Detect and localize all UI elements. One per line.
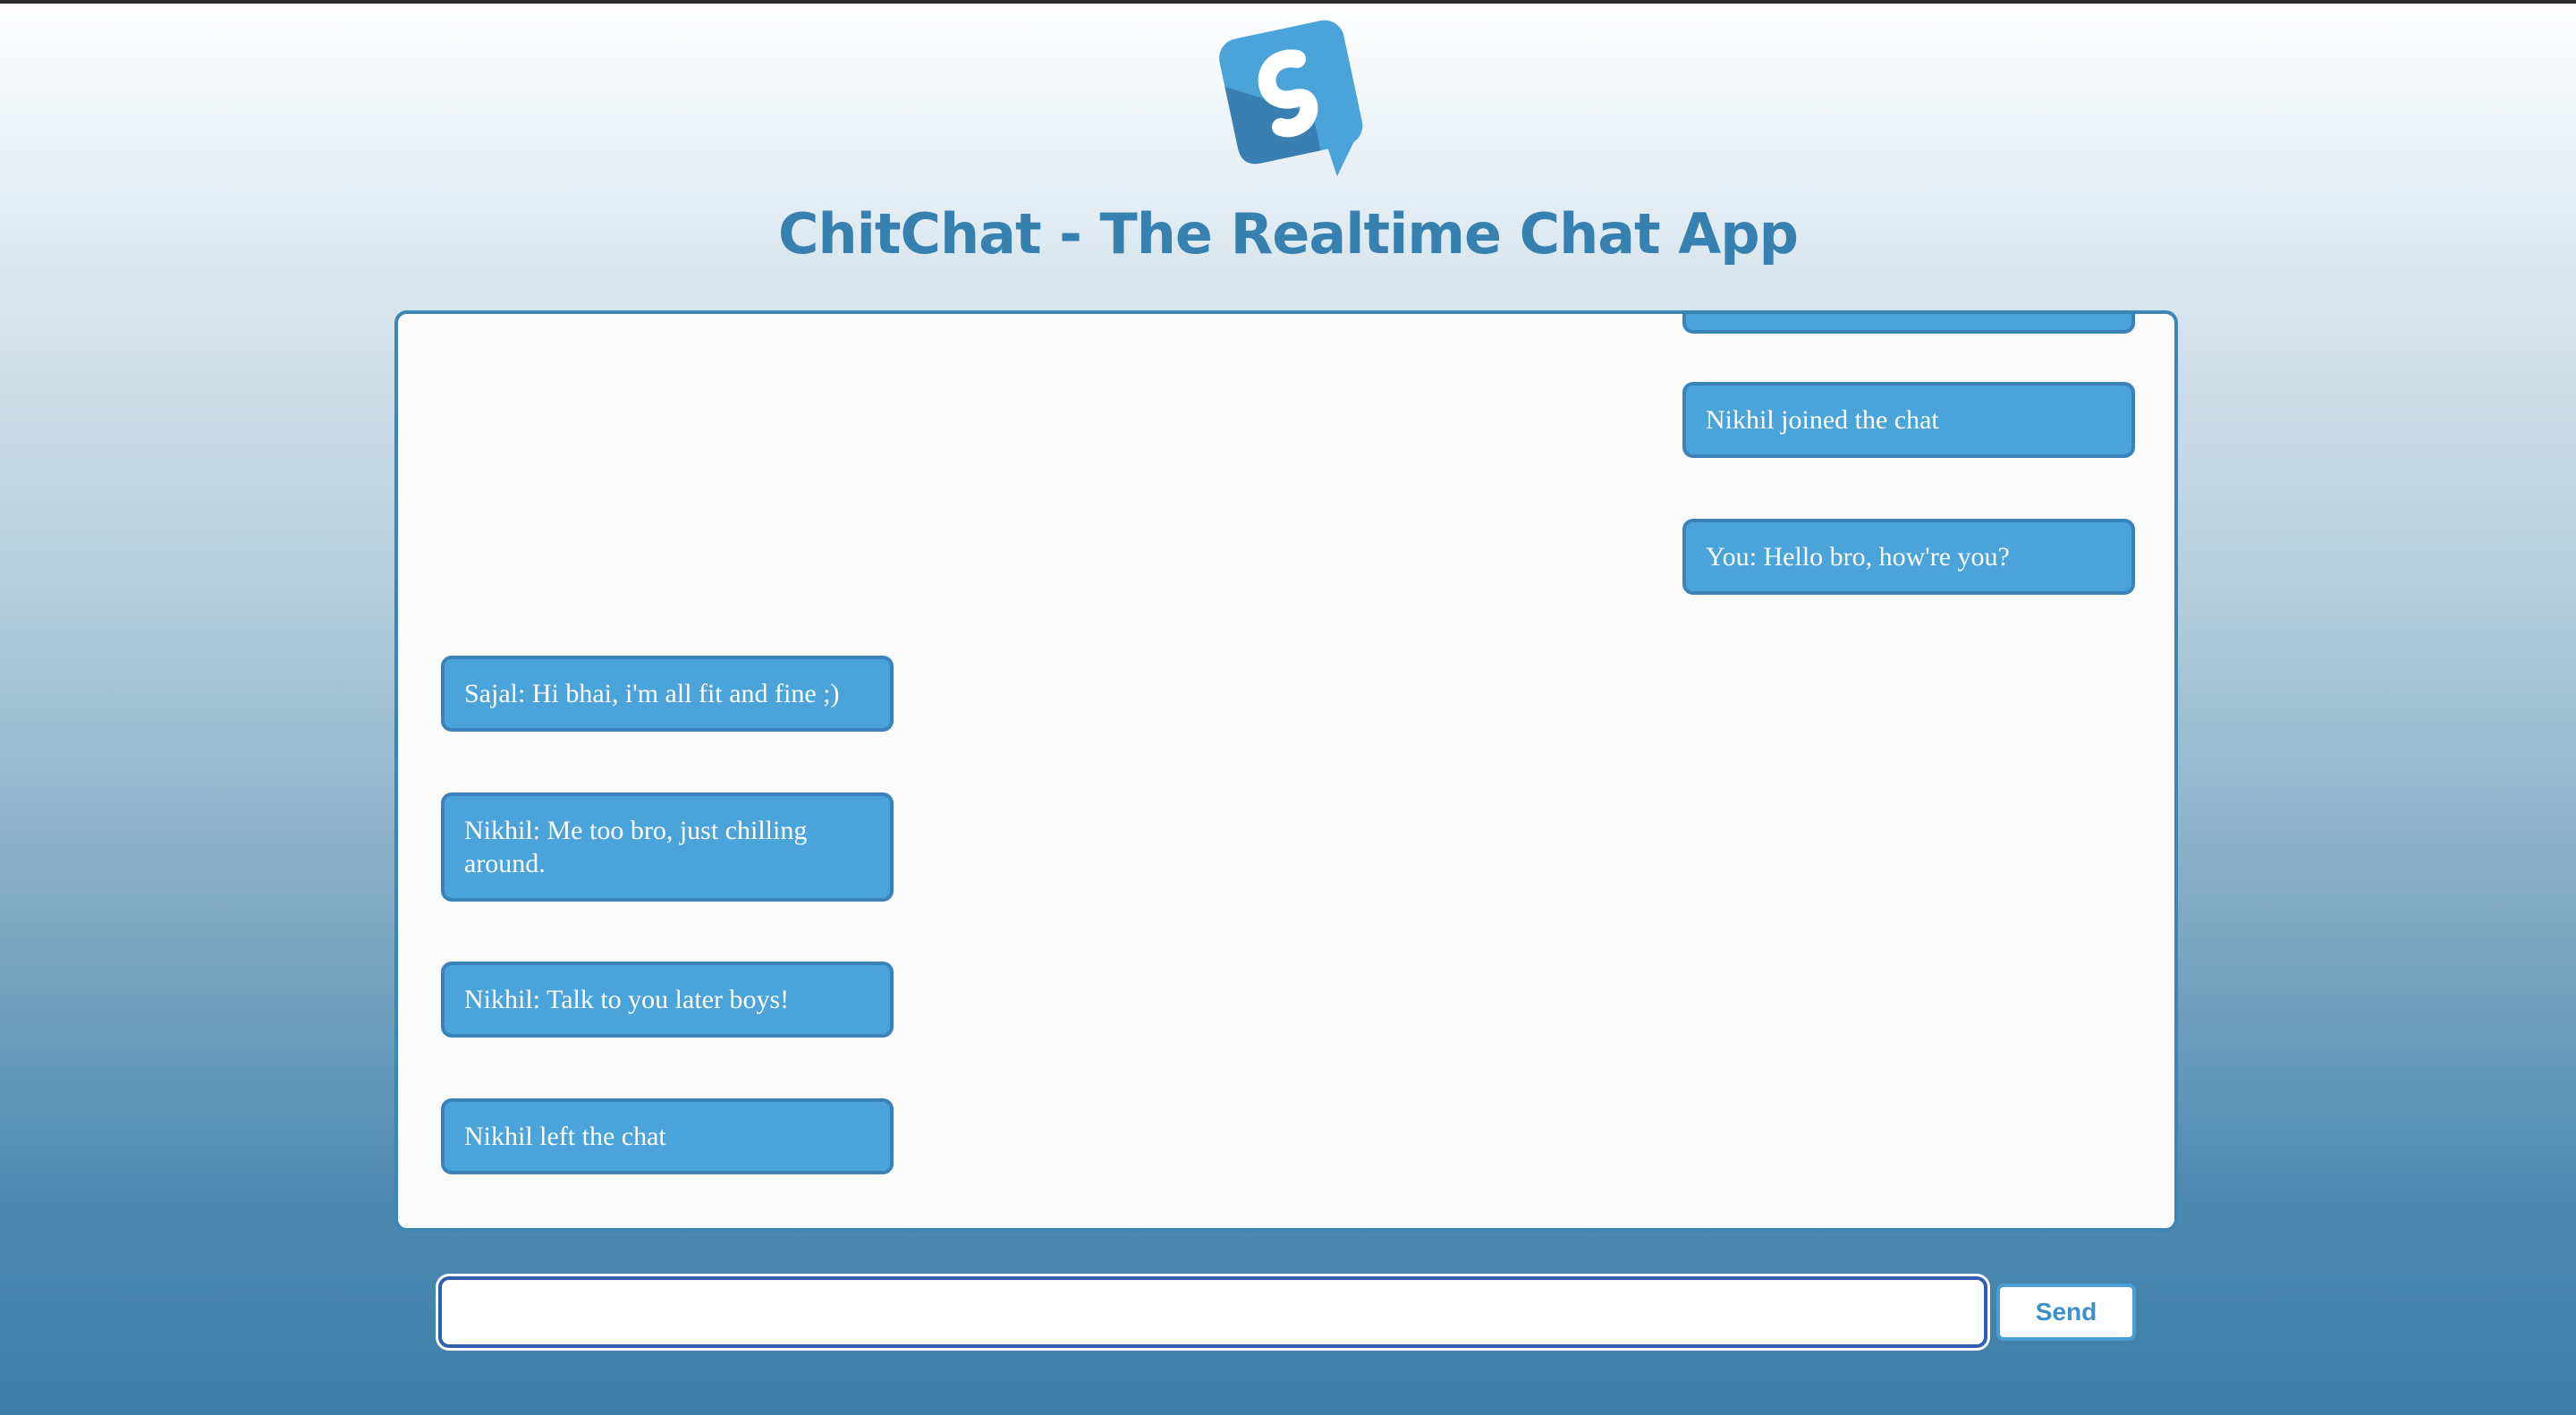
chat-message: Sajal: Hi bhai, i'm all fit and fine ;) <box>441 656 894 732</box>
chat-message: Nikhil joined the chat <box>1682 382 2135 458</box>
chat-message: Nikhil left the chat <box>441 1098 894 1174</box>
chitchat-logo-icon <box>1219 20 1363 177</box>
chat-message: Nikhil: Talk to you later boys! <box>441 962 894 1038</box>
message-input[interactable] <box>438 1276 1987 1348</box>
chat-message: You: Hello bro, how're you? <box>1682 519 2135 595</box>
chat-message-area[interactable]: Nikhil joined the chat You: Hello bro, h… <box>394 310 2178 1232</box>
send-button[interactable]: Send <box>1996 1284 2136 1341</box>
page-title: ChitChat - The Realtime Chat App <box>777 201 1799 267</box>
chat-message-partial <box>1682 314 2135 334</box>
window-top-border <box>0 0 2576 4</box>
chat-message: Nikhil: Me too bro, just chilling around… <box>441 792 894 902</box>
